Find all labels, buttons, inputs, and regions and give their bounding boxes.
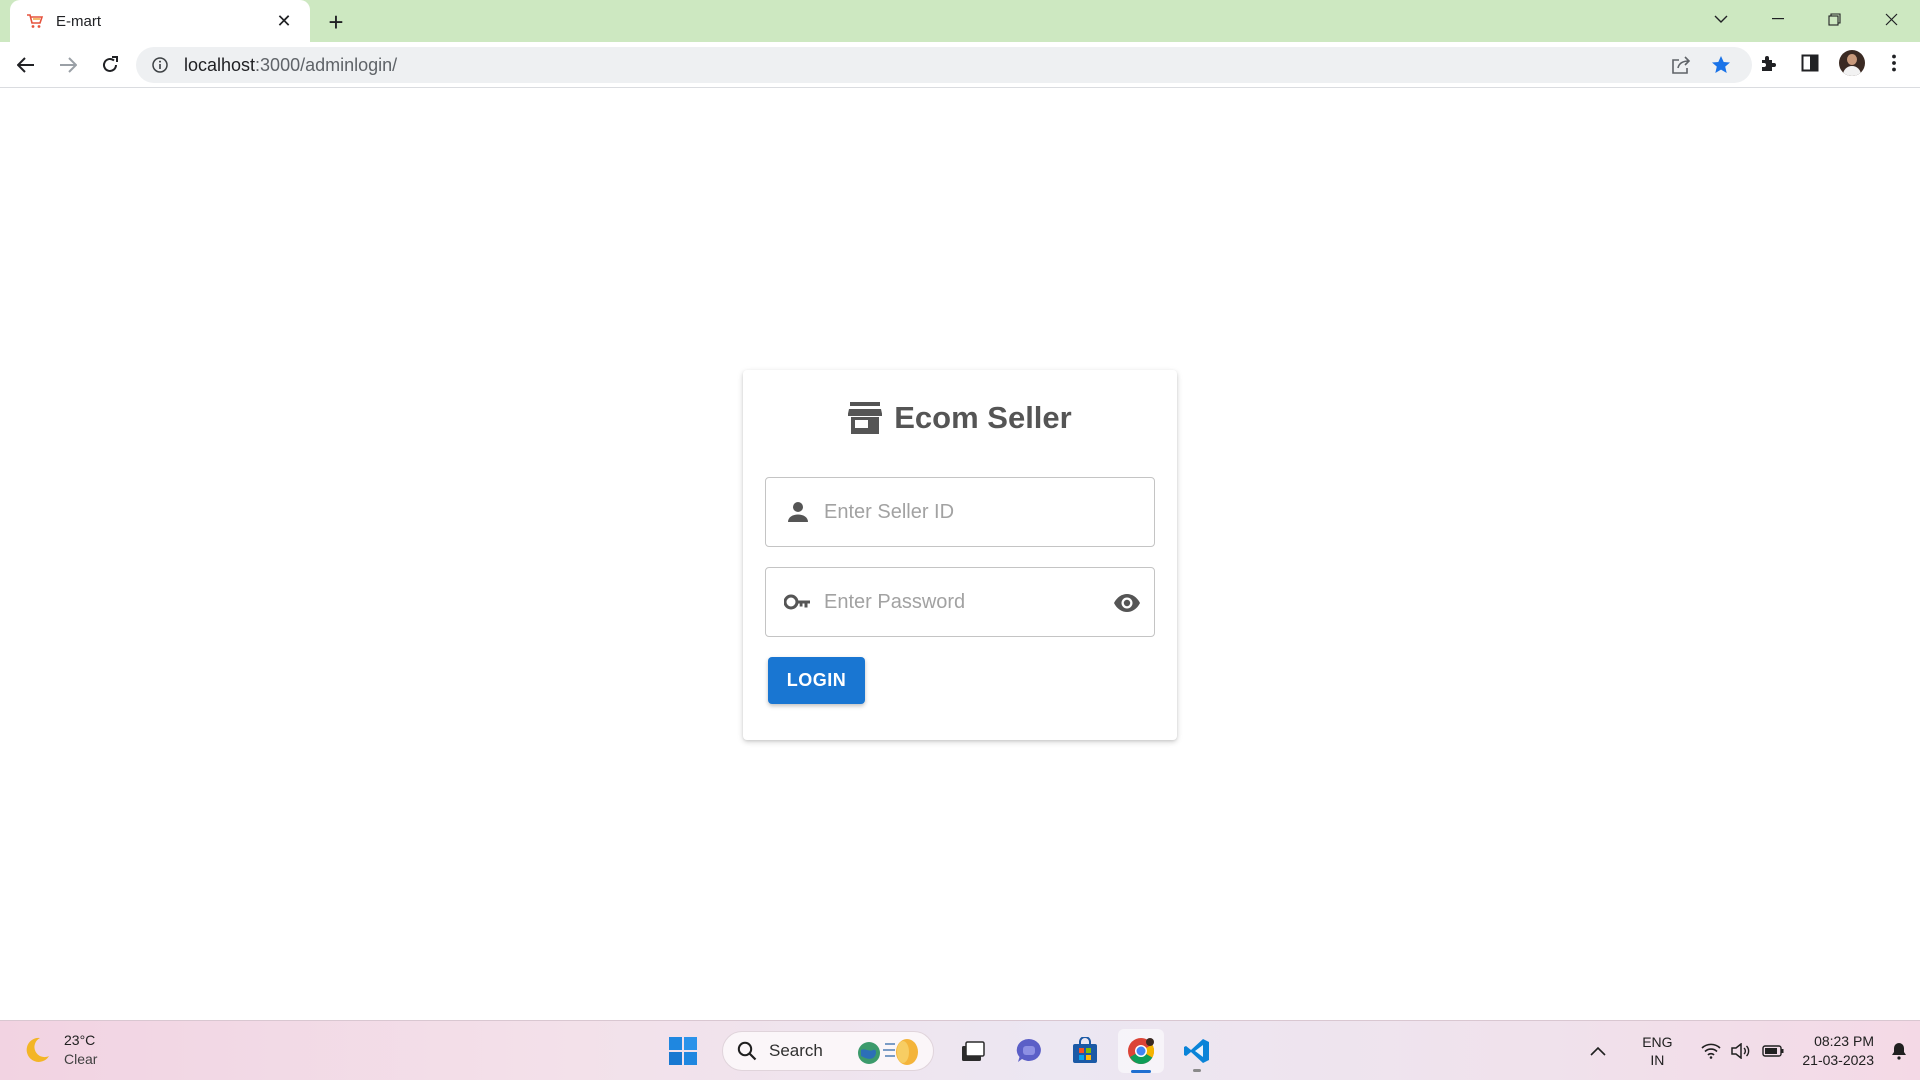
wifi-icon[interactable] bbox=[1696, 1031, 1726, 1071]
seller-id-input[interactable] bbox=[824, 500, 1094, 524]
bookmark-star-icon[interactable] bbox=[1706, 50, 1736, 80]
weather-widget[interactable]: 23°C Clear bbox=[22, 1031, 97, 1069]
tab-search-chevron-icon[interactable] bbox=[1692, 0, 1749, 38]
search-highlight-icon bbox=[858, 1039, 918, 1065]
url-text[interactable]: localhost:3000/adminlogin/ bbox=[184, 55, 1666, 76]
side-panel-icon[interactable] bbox=[1792, 45, 1828, 81]
teams-chat-icon[interactable] bbox=[1006, 1029, 1052, 1073]
site-info-icon[interactable] bbox=[150, 55, 170, 75]
battery-icon[interactable] bbox=[1756, 1031, 1790, 1071]
password-field[interactable] bbox=[765, 567, 1155, 637]
search-icon bbox=[737, 1041, 757, 1061]
task-view-icon[interactable] bbox=[950, 1029, 996, 1073]
back-arrow-icon[interactable] bbox=[6, 45, 46, 85]
minimize-icon[interactable] bbox=[1749, 0, 1806, 38]
seller-id-field[interactable] bbox=[765, 477, 1155, 547]
login-header: Ecom Seller bbox=[743, 400, 1177, 436]
address-bar[interactable]: localhost:3000/adminlogin/ bbox=[136, 47, 1752, 83]
weather-condition: Clear bbox=[64, 1051, 98, 1067]
tab-title: E-mart bbox=[56, 12, 101, 30]
notification-bell-icon[interactable] bbox=[1886, 1031, 1912, 1071]
forward-arrow-icon[interactable] bbox=[48, 45, 88, 85]
system-clock[interactable]: 08:23 PM 21-03-2023 bbox=[1802, 1032, 1874, 1070]
microsoft-store-icon[interactable] bbox=[1062, 1029, 1108, 1073]
store-icon bbox=[848, 402, 883, 434]
volume-icon[interactable] bbox=[1726, 1031, 1756, 1071]
person-icon bbox=[784, 498, 812, 526]
lang-line1: ENG bbox=[1642, 1034, 1673, 1050]
new-tab-button[interactable]: + bbox=[322, 7, 350, 37]
login-card: Ecom Seller LOGIN bbox=[743, 370, 1177, 740]
taskbar-search[interactable]: Search bbox=[722, 1031, 934, 1071]
start-windows-icon[interactable] bbox=[660, 1029, 706, 1073]
browser-tab-emart[interactable]: E-mart ✕ bbox=[10, 0, 310, 42]
page-content: Ecom Seller LOGIN bbox=[0, 89, 1920, 1020]
window-controls bbox=[1692, 0, 1920, 38]
chrome-icon[interactable] bbox=[1118, 1029, 1164, 1073]
clock-date: 21-03-2023 bbox=[1802, 1052, 1874, 1068]
system-tray: ENG IN 08:23 PM 21-03-2023 bbox=[1578, 1021, 1920, 1081]
clock-time: 08:23 PM bbox=[1814, 1033, 1874, 1049]
vscode-icon[interactable] bbox=[1174, 1029, 1220, 1073]
browser-tab-strip: E-mart ✕ + bbox=[0, 0, 1920, 42]
search-label: Search bbox=[769, 1041, 823, 1060]
key-icon bbox=[784, 588, 812, 616]
extensions-puzzle-icon[interactable] bbox=[1750, 45, 1786, 81]
restore-icon[interactable] bbox=[1806, 0, 1863, 38]
browser-menu-icon[interactable] bbox=[1876, 45, 1912, 81]
avatar bbox=[1839, 50, 1865, 76]
taskbar-apps: Search bbox=[660, 1029, 1220, 1073]
close-window-icon[interactable] bbox=[1863, 0, 1920, 38]
show-password-eye-icon[interactable] bbox=[1112, 589, 1142, 617]
language-indicator[interactable]: ENG IN bbox=[1632, 1033, 1682, 1069]
cart-favicon-icon bbox=[26, 12, 44, 30]
login-button[interactable]: LOGIN bbox=[768, 657, 865, 704]
windows-taskbar: 23°C Clear Search ENG IN 08:23 PM 21-03-… bbox=[0, 1020, 1920, 1080]
password-input[interactable] bbox=[824, 590, 1094, 614]
lang-line2: IN bbox=[1650, 1052, 1665, 1068]
weather-temp: 23°C bbox=[64, 1032, 96, 1048]
share-icon[interactable] bbox=[1666, 50, 1696, 80]
chevron-up-icon[interactable] bbox=[1578, 1031, 1618, 1071]
browser-toolbar: localhost:3000/adminlogin/ bbox=[0, 42, 1920, 88]
moon-icon bbox=[26, 1037, 49, 1062]
tab-close-icon[interactable]: ✕ bbox=[272, 9, 296, 33]
profile-avatar[interactable] bbox=[1834, 45, 1870, 81]
page-title: Ecom Seller bbox=[894, 400, 1072, 435]
reload-icon[interactable] bbox=[90, 45, 130, 85]
